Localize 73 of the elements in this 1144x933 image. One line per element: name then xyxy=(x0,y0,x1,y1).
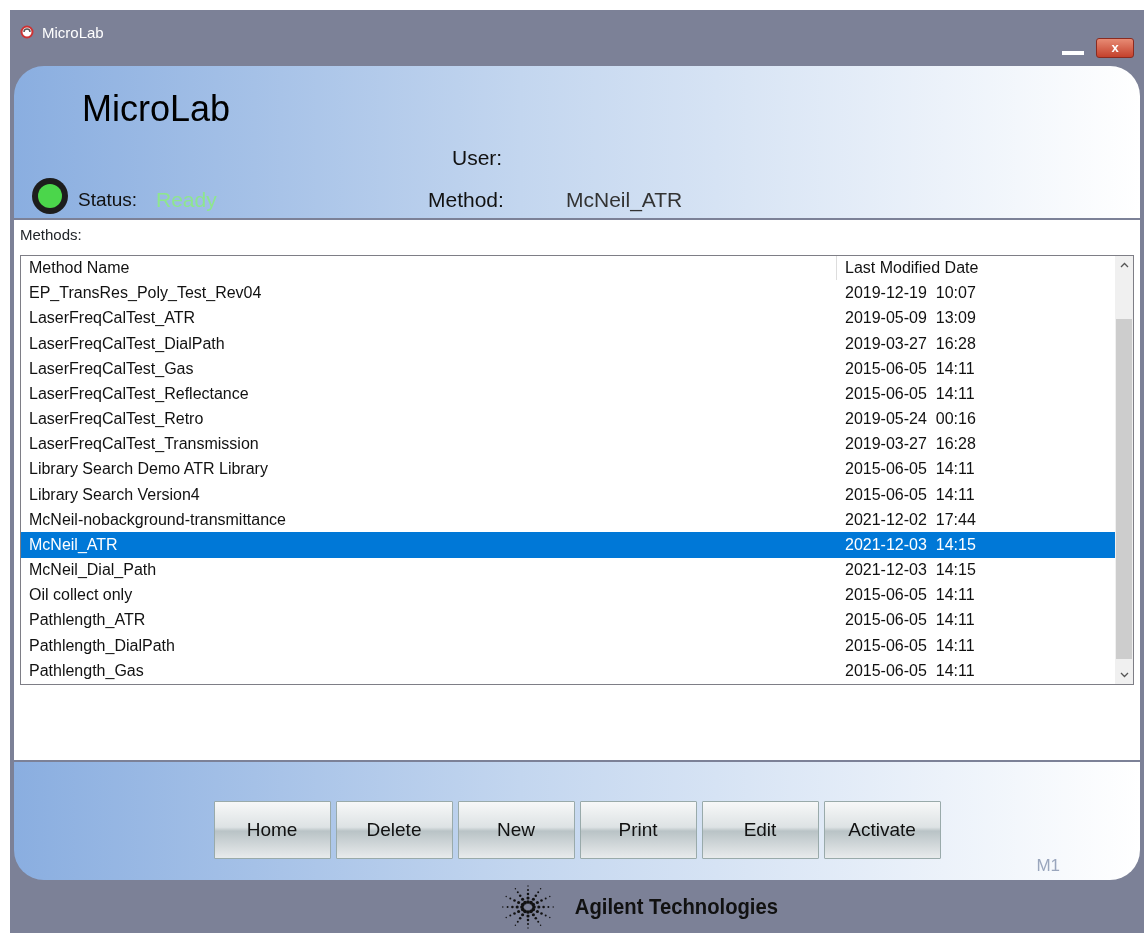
status-light xyxy=(32,178,68,214)
method-row[interactable]: Pathlength_Gas 2015-06-05 14:11 xyxy=(21,658,1115,684)
toolbar-button[interactable]: Activate xyxy=(823,801,941,859)
user-label: User: xyxy=(452,145,503,171)
method-row[interactable]: LaserFreqCalTest_Gas 2015-06-05 14:11 xyxy=(21,356,1115,382)
toolbar-button[interactable]: New xyxy=(457,801,575,859)
window-title: MicroLab xyxy=(42,23,104,43)
modified-date: 2015-06-05 14:11 xyxy=(844,585,976,606)
method-row[interactable]: Pathlength_DialPath 2015-06-05 14:11 xyxy=(21,633,1115,659)
modified-date: 2021-12-03 14:15 xyxy=(844,534,977,555)
method-name: LaserFreqCalTest_Retro xyxy=(28,409,205,430)
modified-date: 2015-06-05 14:11 xyxy=(844,383,976,404)
method-name: Oil collect only xyxy=(28,585,134,606)
method-row[interactable]: McNeil-nobackground-transmittance 2021-12-02 17:44 xyxy=(21,507,1115,533)
method-name: LaserFreqCalTest_ATR xyxy=(28,308,196,329)
method-name: McNeil-nobackground-transmittance xyxy=(28,509,287,530)
toolbar-button[interactable]: Print xyxy=(579,801,697,859)
modified-date: 2015-06-05 14:11 xyxy=(844,358,976,379)
toolbar-button[interactable]: Home xyxy=(213,801,331,859)
modified-date: 2015-06-05 14:11 xyxy=(844,484,976,505)
scroll-thumb[interactable] xyxy=(1116,318,1132,659)
modified-date: 2019-05-24 00:16 xyxy=(844,409,977,430)
method-row[interactable]: EP_TransRes_Poly_Test_Rev04 2019-12-19 10:07 xyxy=(21,280,1115,306)
modified-date: 2021-12-03 14:15 xyxy=(844,560,977,581)
method-row[interactable]: Library Search Version4 2015-06-05 14:11 xyxy=(21,482,1115,508)
method-name: Pathlength_Gas xyxy=(28,660,145,681)
column-header[interactable]: Method Name xyxy=(21,256,837,281)
status-label: Status: xyxy=(78,188,138,212)
method-row[interactable]: Pathlength_ATR 2015-06-05 14:11 xyxy=(21,607,1115,634)
method-row[interactable]: Oil collect only 2015-06-05 14:11 xyxy=(21,582,1115,608)
method-name: Pathlength_ATR xyxy=(28,610,147,631)
toolbar-button[interactable]: Edit xyxy=(701,801,819,859)
toolbar-button[interactable]: Delete xyxy=(335,801,453,859)
corner-code: M1 xyxy=(1036,854,1060,877)
modified-date: 2019-03-27 16:28 xyxy=(844,333,977,354)
method-row[interactable]: LaserFreqCalTest_Reflectance 2015-06-05 14:11 xyxy=(21,381,1115,407)
method-name: LaserFreqCalTest_Gas xyxy=(28,358,195,379)
column-header[interactable]: Last Modified Date xyxy=(837,256,1115,281)
modified-date: 2015-06-05 14:11 xyxy=(844,459,976,480)
method-row[interactable]: LaserFreqCalTest_DialPath 2019-03-27 16:28 xyxy=(21,331,1115,357)
modified-date: 2019-12-19 10:07 xyxy=(844,283,977,304)
scroll-down-icon xyxy=(1119,671,1129,678)
method-name: Library Search Version4 xyxy=(28,484,201,505)
method-label: Method: xyxy=(428,187,504,213)
scroll-up-icon xyxy=(1119,261,1129,268)
method-name: EP_TransRes_Poly_Test_Rev04 xyxy=(28,283,263,304)
modified-date: 2019-03-27 16:28 xyxy=(844,434,977,455)
modified-date: 2019-05-09 13:09 xyxy=(844,308,977,329)
app-title: MicroLab xyxy=(82,87,231,131)
method-row[interactable]: LaserFreqCalTest_Retro 2019-05-24 00:16 xyxy=(21,406,1115,432)
modified-date: 2021-12-02 17:44 xyxy=(844,509,977,530)
method-name: Pathlength_DialPath xyxy=(28,635,176,656)
app-icon xyxy=(20,24,34,40)
scrollbar[interactable] xyxy=(1115,255,1133,684)
list-label: Methods: xyxy=(20,225,83,245)
close-button[interactable]: x xyxy=(1096,38,1134,58)
method-name: LaserFreqCalTest_DialPath xyxy=(28,333,226,354)
modified-date: 2015-06-05 14:11 xyxy=(844,660,976,681)
method-name: McNeil_Dial_Path xyxy=(28,560,158,581)
method-name: LaserFreqCalTest_Reflectance xyxy=(28,383,250,404)
method-name: McNeil_ATR xyxy=(28,534,119,555)
method-value: McNeil_ATR xyxy=(566,187,683,214)
method-name: Library Search Demo ATR Library xyxy=(28,459,269,480)
method-row[interactable]: LaserFreqCalTest_ATR 2019-05-09 13:09 xyxy=(21,305,1115,331)
modified-date: 2015-06-05 14:11 xyxy=(844,635,976,656)
brand-name: Agilent Technologies xyxy=(574,893,778,921)
method-name: LaserFreqCalTest_Transmission xyxy=(28,434,260,455)
method-row[interactable]: McNeil_Dial_Path 2021-12-03 14:15 xyxy=(21,557,1115,583)
method-row[interactable]: LaserFreqCalTest_Transmission 2019-03-27 16:28 xyxy=(21,431,1115,457)
status-value: Ready xyxy=(156,187,217,213)
method-row[interactable]: McNeil_ATR 2021-12-03 14:15 xyxy=(21,532,1115,558)
modified-date: 2015-06-05 14:11 xyxy=(844,610,976,631)
method-row[interactable]: Library Search Demo ATR Library 2015-06-05 14:11 xyxy=(21,456,1115,483)
